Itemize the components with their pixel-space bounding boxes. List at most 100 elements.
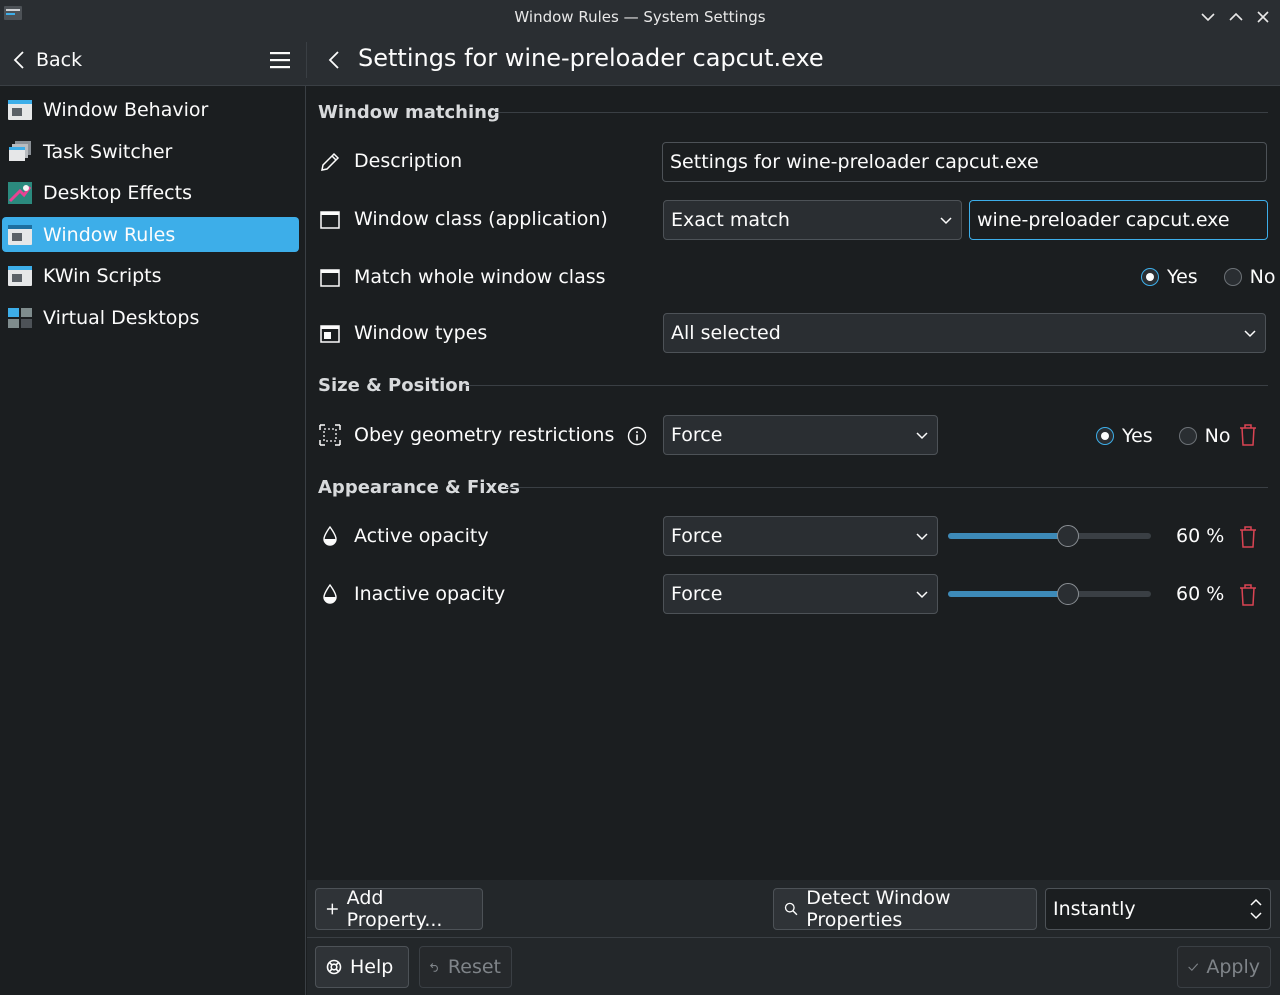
header-divider	[306, 42, 307, 78]
chevron-left-icon	[13, 51, 24, 69]
slider-handle[interactable]	[1056, 583, 1079, 605]
window-title: Window Rules — System Settings	[514, 8, 766, 26]
undo-icon	[430, 963, 438, 972]
obey-geometry-no-radio[interactable]	[1178, 427, 1197, 445]
section-window-matching: Window matching	[318, 102, 500, 123]
radio-label-no: No	[1249, 266, 1276, 288]
match-whole-no-radio[interactable]	[1223, 268, 1242, 286]
help-label: Help	[350, 956, 394, 978]
add-property-button[interactable]: Add Property...	[315, 887, 483, 931]
section-size-position: Size & Position	[318, 375, 471, 396]
radio-label-yes: Yes	[1167, 266, 1198, 288]
geometry-icon	[319, 424, 341, 446]
description-input[interactable]: Settings for wine-preloader capcut.exe	[662, 142, 1267, 182]
page-back-icon[interactable]	[324, 48, 344, 72]
inactive-opacity-slider[interactable]	[948, 582, 1151, 606]
plus-icon	[326, 903, 338, 915]
inactive-opacity-value: 60 %	[1176, 583, 1225, 605]
chevron-down-icon	[1201, 13, 1215, 22]
active-opacity-value: 60 %	[1176, 525, 1225, 547]
sidebar-item-label: Desktop Effects	[43, 181, 192, 204]
obey-geometry-yes-radio[interactable]	[1096, 427, 1114, 445]
window-class-match-value: Exact match	[671, 209, 790, 231]
opacity-drop-icon	[323, 583, 337, 604]
inactive-opacity-label: Inactive opacity	[354, 583, 506, 605]
sidebar-item-desktop-effects[interactable]: Desktop Effects	[2, 175, 299, 210]
window-behavior-icon	[8, 99, 32, 120]
page-title: Settings for wine-preloader capcut.exe	[358, 44, 824, 72]
chevron-down-icon	[940, 217, 952, 225]
active-opacity-label: Active opacity	[354, 525, 489, 547]
chevron-down-icon	[916, 432, 928, 440]
match-whole-radio-group: Yes No	[1141, 266, 1276, 288]
desktop-effects-icon	[8, 181, 32, 204]
window-titlebar: Window Rules — System Settings	[0, 0, 1280, 34]
section-divider	[463, 385, 1268, 386]
apply-button[interactable]: Apply	[1177, 946, 1271, 988]
chevron-up-icon	[1229, 12, 1243, 21]
dialog-button-bar: Help Reset Apply	[307, 938, 1280, 995]
active-opacity-policy-value: Force	[671, 525, 723, 547]
radio-label-no: No	[1204, 425, 1231, 447]
task-switcher-icon	[9, 140, 31, 161]
virtual-desktops-icon	[8, 307, 32, 328]
window-types-icon	[320, 325, 340, 343]
header-bar: Back Settings for wine-preloader capcut.…	[0, 34, 1280, 86]
detect-delay-spinbox[interactable]: Instantly	[1045, 888, 1271, 930]
opacity-drop-icon	[323, 525, 337, 546]
spin-arrows-icon[interactable]	[1249, 897, 1263, 921]
hamburger-menu-icon[interactable]	[266, 48, 294, 72]
chevron-down-icon	[1244, 330, 1256, 338]
sidebar-item-kwin-scripts[interactable]: KWin Scripts	[2, 258, 299, 293]
window-types-select[interactable]: All selected	[663, 313, 1266, 353]
maximize-button[interactable]	[1226, 7, 1246, 27]
chevron-down-icon	[916, 533, 928, 541]
detect-window-properties-button[interactable]: Detect Window Properties	[773, 887, 1037, 931]
sidebar-item-window-rules[interactable]: Window Rules	[2, 217, 299, 252]
back-label: Back	[36, 49, 83, 71]
obey-geometry-radio-group: Yes No	[1096, 425, 1231, 447]
checkmark-icon	[1188, 963, 1199, 971]
obey-geometry-label: Obey geometry restrictions	[354, 424, 615, 446]
slider-fill	[948, 591, 1068, 597]
match-whole-label: Match whole window class	[354, 266, 606, 288]
sidebar-item-label: KWin Scripts	[43, 264, 162, 287]
trash-icon[interactable]	[1239, 526, 1257, 548]
inactive-opacity-policy-value: Force	[671, 583, 723, 605]
obey-geometry-policy-select[interactable]: Force	[663, 415, 938, 455]
sidebar-item-label: Task Switcher	[43, 140, 173, 163]
inactive-opacity-policy-select[interactable]: Force	[663, 574, 938, 614]
help-button[interactable]: Help	[315, 946, 409, 988]
search-icon	[784, 902, 798, 916]
sidebar-item-label: Window Behavior	[43, 98, 209, 121]
pencil-icon	[321, 152, 340, 171]
window-icon	[320, 269, 340, 287]
section-divider	[495, 112, 1268, 113]
obey-geometry-policy-value: Force	[671, 424, 723, 446]
help-lifebuoy-icon	[326, 959, 342, 975]
match-whole-yes-radio[interactable]	[1141, 268, 1159, 286]
sidebar-item-task-switcher[interactable]: Task Switcher	[2, 134, 299, 169]
window-class-input[interactable]: wine-preloader capcut.exe	[969, 200, 1268, 240]
info-icon[interactable]	[627, 426, 647, 446]
active-opacity-slider[interactable]	[948, 524, 1151, 548]
trash-icon[interactable]	[1239, 584, 1257, 606]
rules-editor: Window matching Description Settings for…	[307, 86, 1280, 880]
minimize-button[interactable]	[1198, 7, 1218, 27]
back-button[interactable]: Back	[12, 46, 82, 74]
close-window-button[interactable]	[1253, 7, 1273, 27]
window-class-match-select[interactable]: Exact match	[663, 200, 962, 240]
sidebar-item-label: Window Rules	[43, 223, 176, 246]
add-property-label: Add Property...	[346, 887, 443, 931]
sidebar-item-window-behavior[interactable]: Window Behavior	[2, 92, 299, 127]
window-rules-icon	[8, 224, 32, 245]
sidebar-item-virtual-desktops[interactable]: Virtual Desktops	[2, 300, 299, 335]
system-settings-app-icon	[4, 6, 22, 20]
radio-label-yes: Yes	[1122, 425, 1153, 447]
reset-button[interactable]: Reset	[419, 946, 512, 988]
window-icon	[320, 211, 340, 229]
section-appearance-fixes: Appearance & Fixes	[318, 477, 520, 498]
slider-handle[interactable]	[1056, 525, 1079, 547]
active-opacity-policy-select[interactable]: Force	[663, 516, 938, 556]
trash-icon[interactable]	[1239, 424, 1257, 446]
